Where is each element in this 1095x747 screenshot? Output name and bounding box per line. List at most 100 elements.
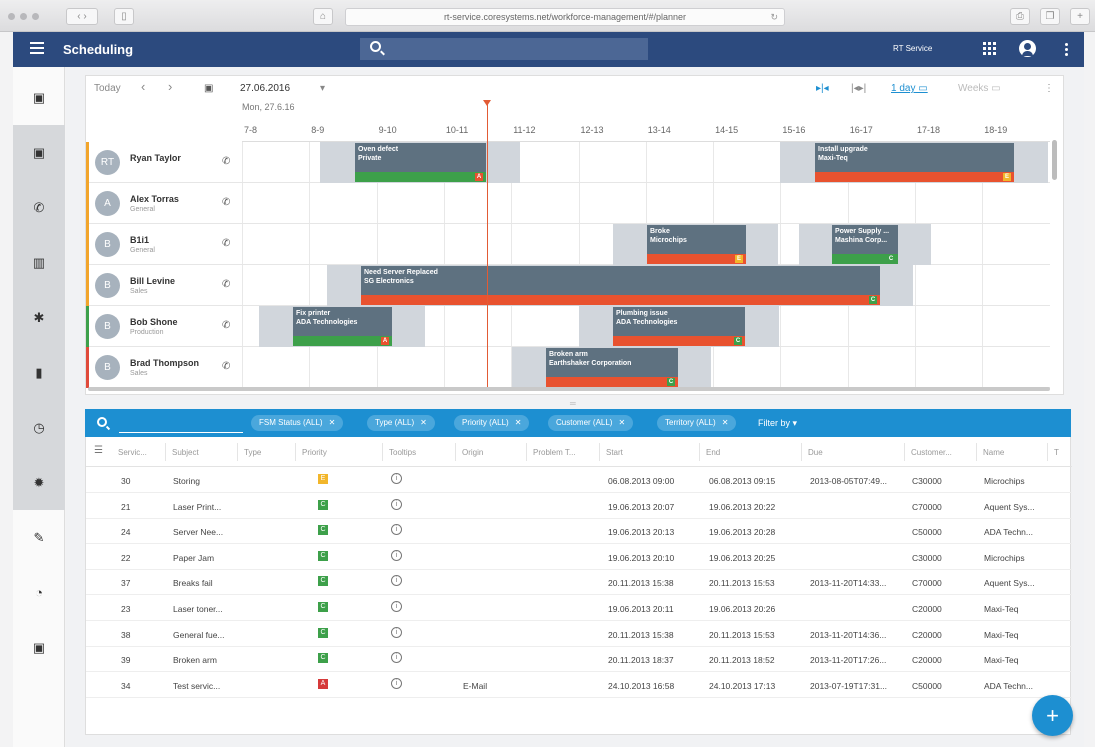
event-block[interactable]: Oven defect Private A	[355, 143, 486, 182]
filter-chip[interactable]: Customer (ALL) ✕	[548, 415, 634, 431]
filter-search-input[interactable]	[119, 432, 243, 433]
collapse-icon[interactable]: ▸|◂	[816, 83, 829, 94]
search-input[interactable]	[360, 38, 648, 60]
column-header[interactable]: Start	[606, 448, 623, 457]
info-icon[interactable]: i	[391, 626, 402, 638]
column-header[interactable]: Origin	[462, 448, 483, 457]
info-icon[interactable]: i	[391, 601, 402, 612]
column-header[interactable]: End	[706, 448, 720, 457]
column-separator[interactable]	[1047, 443, 1048, 461]
nav-calendar-icon[interactable]: ▣	[13, 70, 65, 125]
column-header[interactable]: Subject	[172, 448, 199, 457]
url-bar[interactable]: rt-service.coresystems.net/workforce-man…	[345, 8, 785, 26]
column-header[interactable]: Priority	[302, 448, 327, 457]
column-separator[interactable]	[699, 443, 700, 461]
column-separator[interactable]	[455, 443, 456, 461]
table-row[interactable]: 37 Breaks fail 20.11.2013 15:38 20.11.2013 …	[86, 569, 1072, 596]
event-block[interactable]: Broken arm Earthshaker Corporation C	[546, 348, 678, 387]
nav-building-icon[interactable]: ▥	[13, 235, 65, 290]
nav-dashboard-icon[interactable]: ◔	[13, 565, 65, 620]
table-row[interactable]: 21 Laser Print... 19.06.2013 20:07 19.06.20…	[86, 493, 1072, 519]
column-separator[interactable]	[237, 443, 238, 461]
share-icon[interactable]: ⎙	[1010, 8, 1030, 25]
column-header[interactable]: Name	[983, 448, 1004, 457]
home-icon[interactable]: ⌂	[313, 8, 333, 25]
filter-chip[interactable]: FSM Status (ALL) ✕	[251, 415, 344, 431]
nav-scheduling-icon[interactable]: ▣	[13, 125, 65, 180]
close-icon[interactable]: ✕	[329, 418, 336, 427]
table-row[interactable]: 34 Test servic... E-Mail 24.10.2013 16:58 24…	[86, 672, 1072, 698]
column-separator[interactable]	[904, 443, 905, 461]
column-separator[interactable]	[165, 443, 166, 461]
table-row[interactable]: 38 General fue... 20.11.2013 15:38 20.11.20…	[86, 621, 1072, 647]
tabs-icon[interactable]: ❐	[1040, 8, 1060, 25]
column-separator[interactable]	[599, 443, 600, 461]
planner-more-icon[interactable]: ⋮	[1044, 83, 1054, 94]
info-icon[interactable]: i	[391, 473, 402, 484]
close-icon[interactable]: ✕	[722, 418, 729, 427]
event-block[interactable]: Broke Microchips E	[647, 225, 746, 264]
splitter-handle[interactable]: ═	[570, 399, 576, 408]
event-block[interactable]: Install upgrade Maxi-Teq E	[815, 143, 1014, 182]
calendar-icon[interactable]: ▣	[204, 83, 213, 94]
close-icon[interactable]: ✕	[618, 418, 625, 427]
technician-row[interactable]: B Bob Shone Production ✆	[86, 306, 1050, 347]
info-icon[interactable]: i	[391, 524, 402, 536]
phone-icon[interactable]: ✆	[222, 197, 230, 208]
column-menu-icon[interactable]: ☰	[94, 445, 103, 456]
table-row[interactable]: 24 Server Nee... 19.06.2013 20:13 19.06.201…	[86, 518, 1072, 545]
window-controls[interactable]	[8, 13, 39, 20]
new-tab-icon[interactable]: +	[1070, 8, 1090, 25]
expand-icon[interactable]: |◂▸|	[851, 83, 866, 94]
filter-by-dropdown[interactable]: Filter by ▾	[758, 418, 797, 429]
table-row[interactable]: 39 Broken arm 20.11.2013 18:37 20.11.2013 1…	[86, 646, 1072, 673]
filter-chip[interactable]: Type (ALL) ✕	[367, 415, 435, 431]
column-header[interactable]: Servic...	[118, 448, 147, 457]
column-separator[interactable]	[976, 443, 977, 461]
event-block[interactable]: Fix printer ADA Technologies A	[293, 307, 392, 346]
event-block[interactable]: Need Server Replaced SG Electronics C	[361, 266, 880, 305]
column-header[interactable]: T	[1054, 448, 1059, 457]
today-button[interactable]: Today	[94, 83, 121, 94]
column-header[interactable]: Type	[244, 448, 261, 457]
add-button[interactable]: +	[1032, 695, 1073, 736]
phone-icon[interactable]: ✆	[222, 361, 230, 372]
next-day-button[interactable]: ›	[168, 79, 172, 94]
date-picker[interactable]: 27.06.2016	[240, 83, 290, 94]
nav-tools-icon[interactable]: ✱	[13, 290, 65, 345]
info-icon[interactable]: i	[391, 549, 402, 561]
planner-vertical-scrollbar[interactable]	[1052, 140, 1057, 180]
phone-icon[interactable]: ✆	[222, 238, 230, 249]
column-separator[interactable]	[382, 443, 383, 461]
table-row[interactable]: 23 Laser toner... 19.06.2013 20:11 19.06.20…	[86, 595, 1072, 621]
more-vertical-icon[interactable]	[1065, 43, 1068, 58]
nav-timer-icon[interactable]: ◷	[13, 400, 65, 455]
planner-horizontal-scrollbar[interactable]	[88, 387, 1050, 391]
weeks-view-tab[interactable]: Weeks ▭	[958, 83, 1001, 94]
info-icon[interactable]: i	[391, 652, 402, 664]
filter-chip[interactable]: Priority (ALL) ✕	[454, 415, 530, 431]
phone-icon[interactable]: ✆	[222, 320, 230, 331]
prev-day-button[interactable]: ‹	[141, 79, 145, 94]
user-avatar-icon[interactable]	[1019, 40, 1036, 57]
table-row[interactable]: 22 Paper Jam 19.06.2013 20:10 19.06.2013 20…	[86, 544, 1072, 570]
close-icon[interactable]: ✕	[515, 418, 522, 427]
apps-grid-icon[interactable]	[983, 42, 996, 55]
date-dropdown-icon[interactable]: ▾	[320, 83, 325, 94]
nav-phone-icon[interactable]: ✆	[13, 180, 65, 235]
column-header[interactable]: Tooltips	[389, 448, 416, 457]
nav-edit-icon[interactable]: ✎	[13, 510, 65, 565]
column-separator[interactable]	[526, 443, 527, 461]
column-header[interactable]: Customer...	[911, 448, 952, 457]
column-header[interactable]: Problem T...	[533, 448, 576, 457]
one-day-view-tab[interactable]: 1 day ▭	[891, 83, 928, 94]
menu-icon[interactable]	[30, 42, 44, 54]
event-block[interactable]: Plumbing issue ADA Technologies C	[613, 307, 745, 346]
nav-calendar-add-icon[interactable]: ▣	[13, 620, 65, 675]
phone-icon[interactable]: ✆	[222, 279, 230, 290]
info-icon[interactable]: i	[391, 575, 402, 587]
back-forward-buttons[interactable]: ‹ ›	[66, 8, 98, 25]
technician-row[interactable]: A Alex Torras General ✆	[86, 183, 1050, 224]
close-icon[interactable]: ✕	[420, 418, 427, 427]
reload-icon[interactable]: ↻	[770, 9, 778, 25]
